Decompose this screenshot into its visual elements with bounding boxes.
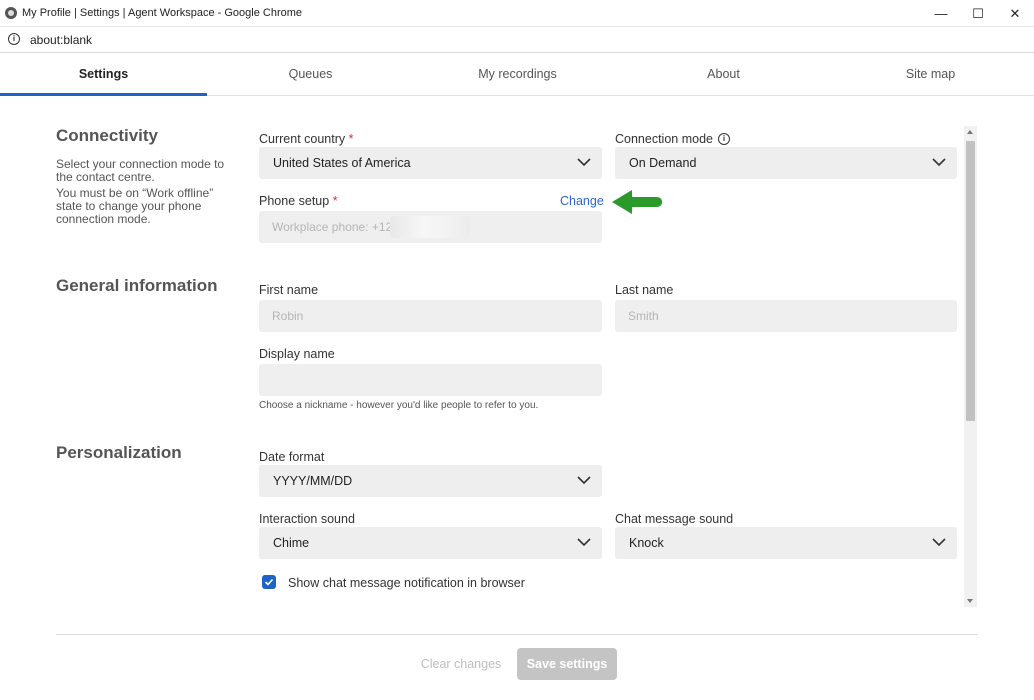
settings-tabs: Settings Queues My recordings About Site… xyxy=(0,53,1034,96)
tab-settings[interactable]: Settings xyxy=(0,53,207,96)
last-name-placeholder: Smith xyxy=(628,309,659,323)
close-button[interactable]: ✕ xyxy=(996,0,1034,27)
window-title: My Profile | Settings | Agent Workspace … xyxy=(22,7,303,19)
chat-sound-value: Knock xyxy=(629,536,664,550)
chat-sound-select[interactable]: Knock xyxy=(615,527,957,559)
chat-sound-label: Chat message sound xyxy=(615,512,734,526)
chat-notification-checkbox[interactable] xyxy=(262,575,276,589)
phone-setup-placeholder: Workplace phone: +12 xyxy=(272,220,393,234)
last-name-input[interactable]: Smith xyxy=(615,300,957,332)
chevron-down-icon xyxy=(577,158,591,167)
connectivity-title: Connectivity xyxy=(56,126,159,145)
window-titlebar: My Profile | Settings | Agent Workspace … xyxy=(0,0,1034,27)
country-label: Current country * xyxy=(259,132,354,146)
first-name-input[interactable]: Robin xyxy=(259,300,602,332)
checkmark-icon xyxy=(264,578,274,586)
chevron-down-icon xyxy=(932,538,946,547)
date-format-value: YYYY/MM/DD xyxy=(273,474,353,488)
site-info-icon[interactable]: i xyxy=(8,33,20,45)
connectivity-desc-2: You must be on “Work offline” state to c… xyxy=(56,186,214,226)
footer-divider xyxy=(56,634,978,635)
display-name-hint: Choose a nickname - however you'd like p… xyxy=(259,400,539,411)
address-bar[interactable]: i about:blank xyxy=(0,27,1034,53)
tab-my-recordings[interactable]: My recordings xyxy=(414,53,621,96)
chrome-favicon-icon xyxy=(5,7,17,19)
clear-changes-button[interactable]: Clear changes xyxy=(414,648,508,680)
display-name-label: Display name xyxy=(259,347,335,361)
connection-mode-value: On Demand xyxy=(629,156,697,170)
url-text[interactable]: about:blank xyxy=(30,33,92,47)
info-icon[interactable]: i xyxy=(718,133,730,145)
country-label-text: Current country xyxy=(259,132,346,146)
chevron-down-icon xyxy=(577,476,591,485)
phone-setup-label-text: Phone setup xyxy=(259,194,330,208)
country-value: United States of America xyxy=(273,156,411,170)
first-name-label: First name xyxy=(259,283,319,297)
chat-notification-label[interactable]: Show chat message notification in browse… xyxy=(288,576,525,590)
save-settings-button[interactable]: Save settings xyxy=(517,648,617,680)
required-mark: * xyxy=(348,132,354,146)
required-mark: * xyxy=(332,194,338,208)
connection-mode-select[interactable]: On Demand xyxy=(615,147,957,179)
tab-site-map[interactable]: Site map xyxy=(827,53,1034,96)
connectivity-desc-1: Select your connection mode to the conta… xyxy=(56,157,225,184)
first-name-placeholder: Robin xyxy=(272,309,304,323)
date-format-select[interactable]: YYYY/MM/DD xyxy=(259,465,602,497)
country-select[interactable]: United States of America xyxy=(259,147,602,179)
scroll-down-icon[interactable] xyxy=(967,599,973,603)
interaction-sound-select[interactable]: Chime xyxy=(259,527,602,559)
last-name-label: Last name xyxy=(615,283,674,297)
general-information-title: General information xyxy=(56,276,218,295)
phone-setup-label: Phone setup * xyxy=(259,194,338,208)
scroll-thumb[interactable] xyxy=(966,141,975,421)
phone-change-link[interactable]: Change xyxy=(560,194,604,208)
interaction-sound-value: Chime xyxy=(273,536,310,550)
content-scrollbar[interactable] xyxy=(964,126,977,607)
maximize-button[interactable]: ☐ xyxy=(959,0,997,27)
tab-about[interactable]: About xyxy=(620,53,827,96)
interaction-sound-label: Interaction sound xyxy=(259,512,355,526)
chevron-down-icon xyxy=(577,538,591,547)
tab-queues[interactable]: Queues xyxy=(207,53,414,96)
chevron-down-icon xyxy=(932,158,946,167)
display-name-input[interactable] xyxy=(259,364,602,396)
scroll-up-icon[interactable] xyxy=(967,130,973,134)
personalization-title: Personalization xyxy=(56,443,182,462)
date-format-label: Date format xyxy=(259,450,325,464)
connection-mode-label: Connection mode xyxy=(615,132,713,146)
redacted-phone-number xyxy=(390,216,470,238)
green-arrow-icon xyxy=(612,190,662,214)
minimize-button[interactable]: — xyxy=(922,0,960,27)
